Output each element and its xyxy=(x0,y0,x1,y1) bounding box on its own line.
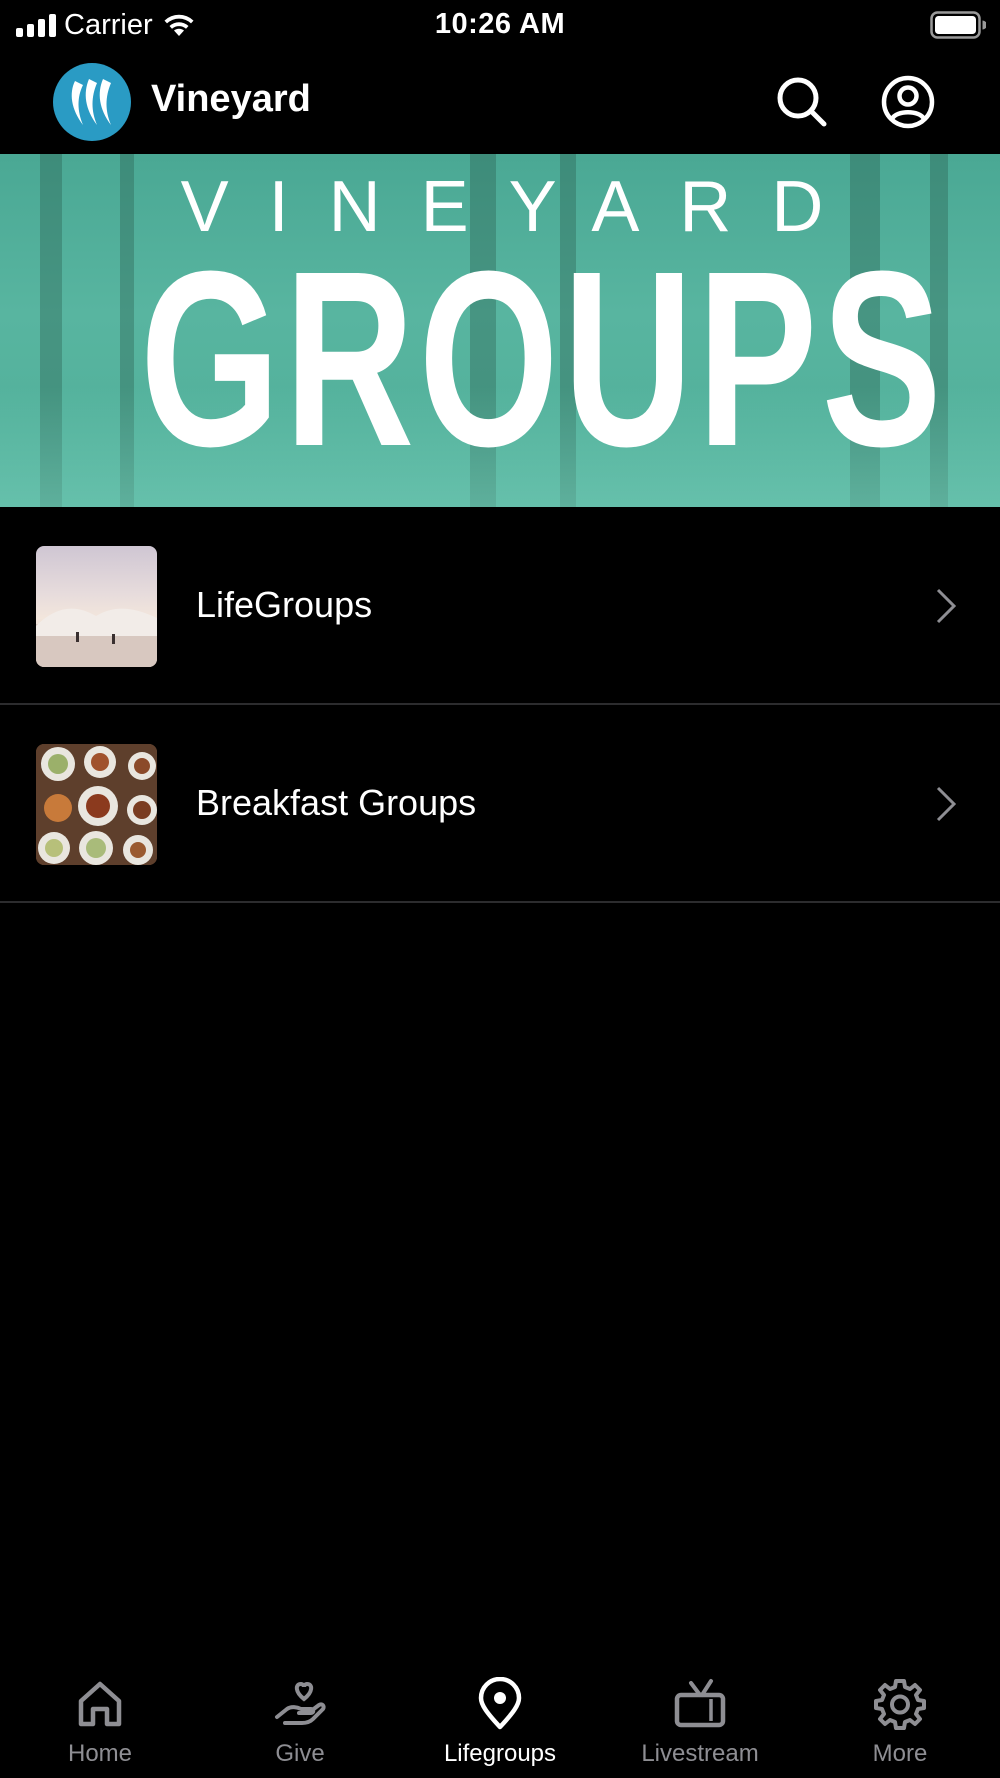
tv-icon xyxy=(674,1679,726,1728)
tab-lifegroups[interactable]: Lifegroups xyxy=(400,1660,600,1778)
status-time: 10:26 AM xyxy=(434,8,566,40)
list-item-label: Breakfast Groups xyxy=(196,782,477,823)
tab-livestream[interactable]: Livestream xyxy=(600,1660,800,1778)
list-item-lifegroups[interactable]: LifeGroups xyxy=(0,507,1000,705)
vineyard-logo-icon xyxy=(71,79,111,125)
lifegroups-thumbnail xyxy=(36,546,157,667)
battery-icon xyxy=(930,11,986,39)
groups-list: LifeGroups Breakfast Groups xyxy=(0,507,1000,903)
tab-more[interactable]: More xyxy=(800,1660,1000,1778)
give-icon xyxy=(275,1681,326,1725)
tab-label: Livestream xyxy=(641,1740,759,1767)
tab-bar: Home Give Lifegroups Livestream More xyxy=(0,1660,1000,1778)
chevron-right-icon xyxy=(936,786,957,822)
list-item-breakfast-groups[interactable]: Breakfast Groups xyxy=(0,705,1000,903)
vineyard-logo xyxy=(53,63,131,141)
list-item-label: LifeGroups xyxy=(196,584,373,625)
groups-banner: VINEYARD GROUPS xyxy=(0,154,1000,507)
status-bar: Carrier 10:26 AM xyxy=(0,0,1000,50)
search-button[interactable] xyxy=(774,74,830,130)
search-icon xyxy=(777,77,827,127)
location-pin-icon xyxy=(478,1677,522,1730)
tab-label: Lifegroups xyxy=(443,1740,557,1767)
home-icon xyxy=(78,1681,122,1727)
profile-button[interactable] xyxy=(880,74,936,130)
tab-label: More xyxy=(872,1740,928,1767)
app-header: Vineyard xyxy=(0,50,1000,154)
breakfast-groups-thumbnail xyxy=(36,744,157,865)
user-circle-icon xyxy=(881,75,935,129)
chevron-right-icon xyxy=(936,588,957,624)
banner-title: GROUPS xyxy=(140,219,947,498)
tab-label: Home xyxy=(67,1740,133,1767)
app-title: Vineyard xyxy=(151,78,311,120)
tab-label: Give xyxy=(275,1740,325,1767)
tab-home[interactable]: Home xyxy=(0,1660,200,1778)
gear-icon xyxy=(874,1679,926,1730)
tab-give[interactable]: Give xyxy=(200,1660,400,1778)
